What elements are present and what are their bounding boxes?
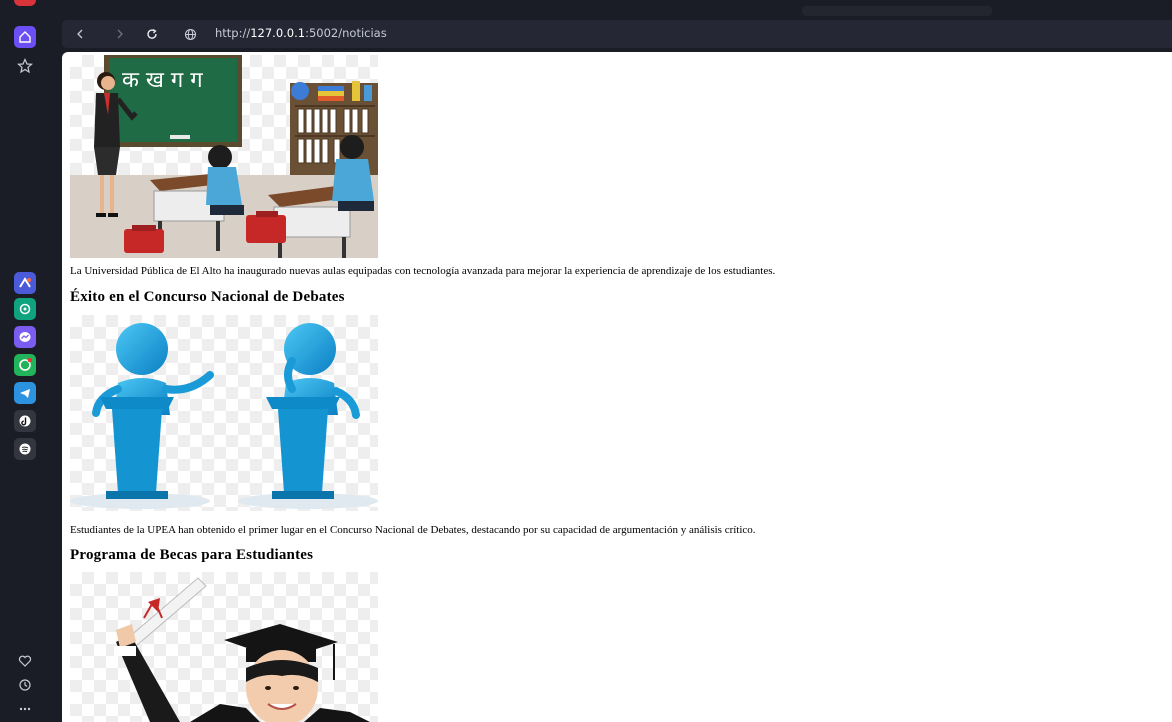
url-host: 127.0.0.1	[250, 26, 306, 40]
url-text[interactable]: http://127.0.0.1:5002/noticias	[215, 26, 387, 40]
history-icon[interactable]	[14, 674, 36, 696]
url-prefix: http://	[215, 26, 251, 40]
globe-icon	[178, 20, 202, 48]
forward-icon[interactable]	[108, 20, 132, 48]
news-title-2: Éxito en el Concurso Nacional de Debates	[70, 289, 345, 305]
page-content: क ख ग ग La Universidad Pública de El Alt…	[62, 52, 1172, 722]
heart-icon[interactable]	[14, 650, 36, 672]
address-bar[interactable]: http://127.0.0.1:5002/noticias	[62, 20, 1172, 48]
tab-strip[interactable]	[802, 6, 992, 16]
debate-image	[70, 315, 378, 511]
tiktok-icon[interactable]	[14, 410, 36, 432]
whatsapp-icon[interactable]	[14, 354, 36, 376]
browser-sidebar	[0, 0, 62, 722]
news-text-2: Estudiantes de la UPEA han obtenido el p…	[70, 524, 756, 536]
aria-icon[interactable]	[14, 272, 36, 294]
spotify-icon[interactable]	[14, 438, 36, 460]
record-icon[interactable]	[14, 0, 36, 6]
news-text-1: La Universidad Pública de El Alto ha ina…	[70, 265, 776, 277]
chatgpt-icon[interactable]	[14, 298, 36, 320]
chalkboard-text: क ख ग ग	[122, 68, 203, 93]
messenger-icon[interactable]	[14, 326, 36, 348]
back-icon[interactable]	[68, 20, 92, 48]
news-title-3: Programa de Becas para Estudiantes	[70, 547, 314, 563]
more-icon[interactable]	[14, 698, 36, 720]
star-icon[interactable]	[14, 55, 36, 77]
browser-toolbar: http://127.0.0.1:5002/noticias	[62, 0, 1172, 52]
telegram-icon[interactable]	[14, 382, 36, 404]
graduate-image	[70, 572, 378, 722]
url-path: :5002/noticias	[305, 26, 387, 40]
reload-icon[interactable]	[140, 20, 164, 48]
home-icon[interactable]	[14, 26, 36, 48]
classroom-image: क ख ग ग	[70, 55, 378, 258]
